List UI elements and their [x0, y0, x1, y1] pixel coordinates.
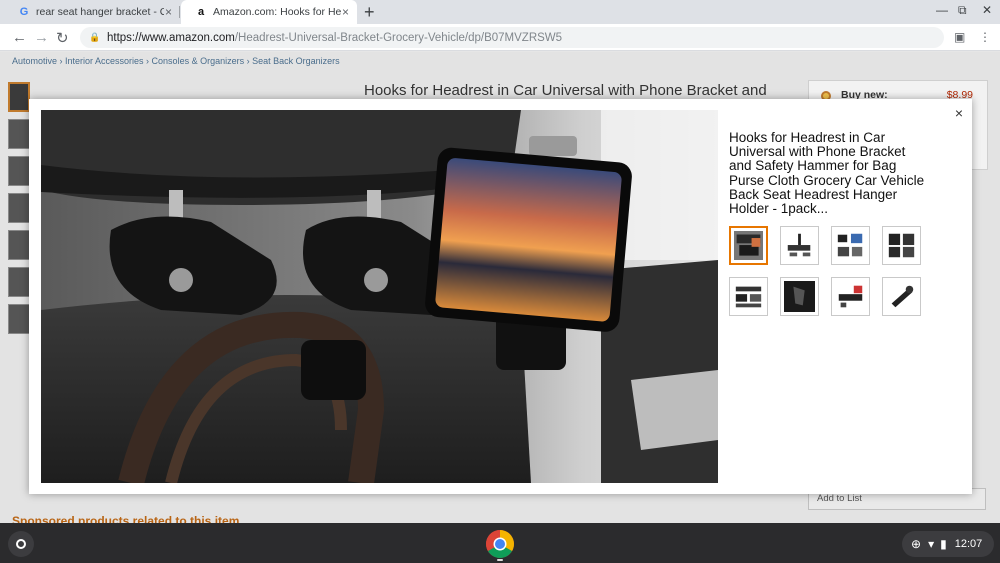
minimize-icon[interactable]: — [936, 3, 948, 17]
status-tray[interactable]: ⊕ ▾ ▮ 12:07 [902, 531, 994, 557]
url-path: /Headrest-Universal-Bracket-Grocery-Vehi… [234, 31, 563, 44]
tab-title: rear seat hanger bracket - Google [36, 6, 164, 18]
car-headrest-photo [41, 110, 718, 483]
clock: 12:07 [954, 538, 983, 550]
tab-title: Amazon.com: Hooks for Headrest [213, 6, 341, 18]
side-thumbnail[interactable] [8, 82, 30, 112]
thumbnail-7[interactable] [831, 277, 870, 316]
url-host: https://www.amazon.com [107, 31, 235, 44]
tab-close-icon[interactable]: × [165, 5, 172, 19]
side-thumbnail[interactable] [8, 230, 30, 260]
thumbnail-8[interactable] [882, 277, 921, 316]
thumbnail-2[interactable] [780, 226, 819, 265]
extension-icon[interactable]: ▣ [954, 30, 965, 44]
running-indicator [497, 559, 503, 561]
main-product-image [41, 110, 718, 483]
menu-kebab-icon[interactable]: ⋮ [979, 30, 991, 44]
sponsored-heading: Sponsored products related to this item [12, 514, 240, 523]
tab-strip: G rear seat hanger bracket - Google × a … [0, 0, 1000, 24]
thumbnail-4[interactable] [882, 226, 921, 265]
side-thumbnail[interactable] [8, 193, 30, 223]
address-bar[interactable]: 🔒 https://www.amazon.com/Headrest-Univer… [80, 27, 944, 48]
tab-google-search[interactable]: G rear seat hanger bracket - Google × [4, 0, 180, 24]
thumbnail-1[interactable] [729, 226, 768, 265]
side-thumbnail[interactable] [8, 156, 30, 186]
new-tab-button[interactable]: + [364, 2, 375, 23]
thumbnail-3[interactable] [831, 226, 870, 265]
window-close-icon[interactable]: ✕ [982, 3, 992, 17]
modal-close-button[interactable]: × [955, 105, 963, 121]
battery-icon: ▮ [940, 537, 947, 551]
tab-close-icon[interactable]: × [342, 5, 349, 19]
wifi-icon: ▾ [928, 537, 935, 551]
launcher-button[interactable] [8, 531, 34, 557]
reload-icon[interactable]: ↻ [56, 29, 69, 47]
side-thumbnail[interactable] [8, 119, 30, 149]
thumbnail-5[interactable] [729, 277, 768, 316]
thumbnail-6[interactable] [780, 277, 819, 316]
tab-amazon[interactable]: a Amazon.com: Hooks for Headrest × [181, 0, 357, 24]
lock-icon: 🔒 [89, 32, 101, 42]
side-thumbnail[interactable] [8, 304, 30, 334]
image-viewer-modal: × Hooks for Headrest in Car Universal wi… [29, 99, 972, 494]
browser-toolbar: ← → ↻ 🔒 https://www.amazon.com/Headrest-… [0, 24, 1000, 51]
maximize-icon[interactable]: ⧉ [958, 3, 967, 18]
google-favicon-icon: G [19, 6, 29, 18]
forward-arrow-icon[interactable]: → [34, 29, 49, 46]
breadcrumb: Automotive › Interior Accessories › Cons… [12, 56, 340, 66]
launcher-circle-icon [16, 539, 26, 549]
modal-product-title: Hooks for Headrest in Car Universal with… [729, 130, 925, 217]
add-circle-icon: ⊕ [911, 537, 922, 551]
back-arrow-icon[interactable]: ← [12, 29, 27, 46]
product-title: Hooks for Headrest in Car Universal with… [364, 82, 767, 99]
os-shelf: ⊕ ▾ ▮ 12:07 [0, 523, 1000, 563]
chrome-app-icon[interactable] [485, 529, 515, 559]
image-thumbnail-column [8, 82, 30, 341]
amazon-favicon-icon: a [197, 6, 205, 18]
side-thumbnail[interactable] [8, 267, 30, 297]
